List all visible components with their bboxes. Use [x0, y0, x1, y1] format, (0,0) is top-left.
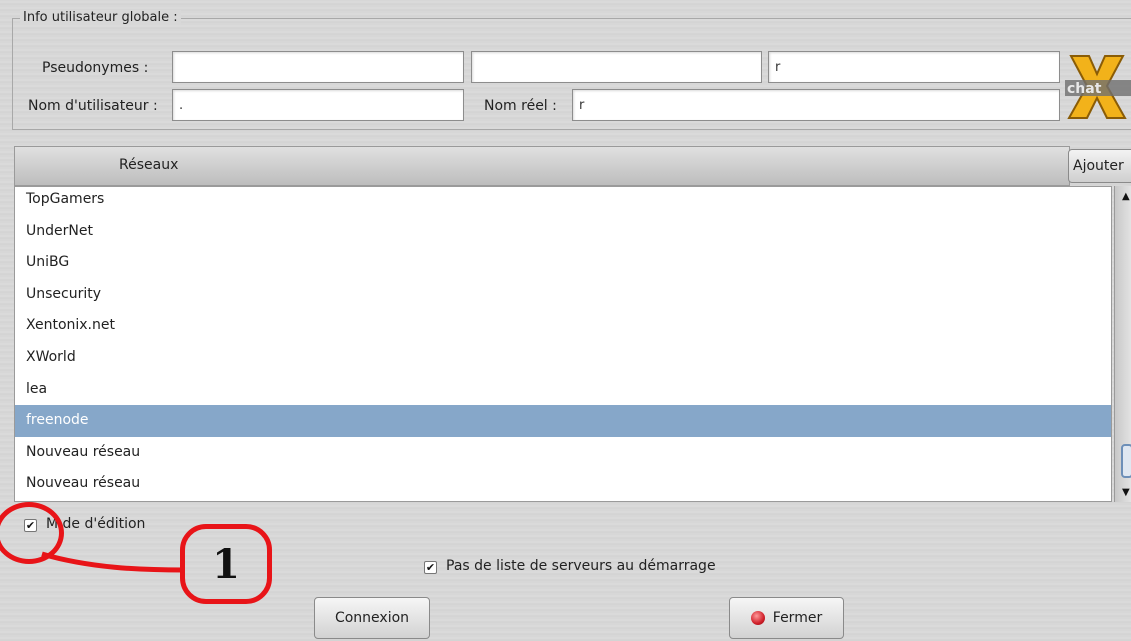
close-button[interactable]: Fermer — [729, 597, 844, 639]
list-item[interactable]: XWorld — [15, 342, 1111, 374]
nickname-field-3[interactable] — [768, 51, 1060, 83]
scroll-up-icon[interactable]: ▲ — [1122, 192, 1130, 202]
annotation-connector — [41, 551, 185, 573]
close-button-label: Fermer — [772, 610, 823, 626]
xchat-logo: chat — [1063, 52, 1131, 122]
list-item-selected[interactable]: freenode — [15, 405, 1111, 437]
nickname-field-2[interactable] — [471, 51, 762, 83]
connect-button[interactable]: Connexion — [314, 597, 430, 639]
svg-text:chat: chat — [1067, 81, 1102, 97]
list-item[interactable]: lea — [15, 374, 1111, 406]
no-server-list-checkbox[interactable]: ✔ — [424, 561, 437, 574]
list-item[interactable]: Nouveau réseau — [15, 468, 1111, 500]
list-item[interactable]: UniBG — [15, 247, 1111, 279]
close-stop-icon — [750, 611, 765, 625]
realname-field[interactable] — [572, 89, 1060, 121]
connect-button-label: Connexion — [334, 610, 410, 626]
list-item[interactable]: Unsecurity — [15, 279, 1111, 311]
networks-header-label: Réseaux — [119, 157, 179, 173]
list-item[interactable]: Xentonix.net — [15, 310, 1111, 342]
annotation-callout: 1 — [180, 524, 272, 604]
user-info-legend: Info utilisateur globale : — [20, 10, 181, 25]
scroll-down-icon[interactable]: ▼ — [1122, 488, 1130, 498]
list-item[interactable]: TopGamers — [15, 187, 1111, 216]
list-item[interactable]: UnderNet — [15, 216, 1111, 248]
annotation-number: 1 — [212, 540, 240, 588]
list-item[interactable]: Nouveau réseau — [15, 437, 1111, 469]
username-field[interactable] — [172, 89, 464, 121]
nickname-field-1[interactable] — [172, 51, 464, 83]
add-network-button[interactable]: Ajouter — [1068, 149, 1131, 183]
username-label: Nom d'utilisateur : — [28, 98, 158, 114]
no-server-list-label: Pas de liste de serveurs au démarrage — [446, 558, 716, 574]
scroll-thumb[interactable] — [1121, 444, 1131, 478]
network-list[interactable]: TopGamers UnderNet UniBG Unsecurity Xent… — [14, 186, 1112, 502]
realname-label: Nom réel : — [484, 98, 557, 114]
nickname-label: Pseudonymes : — [42, 60, 149, 76]
